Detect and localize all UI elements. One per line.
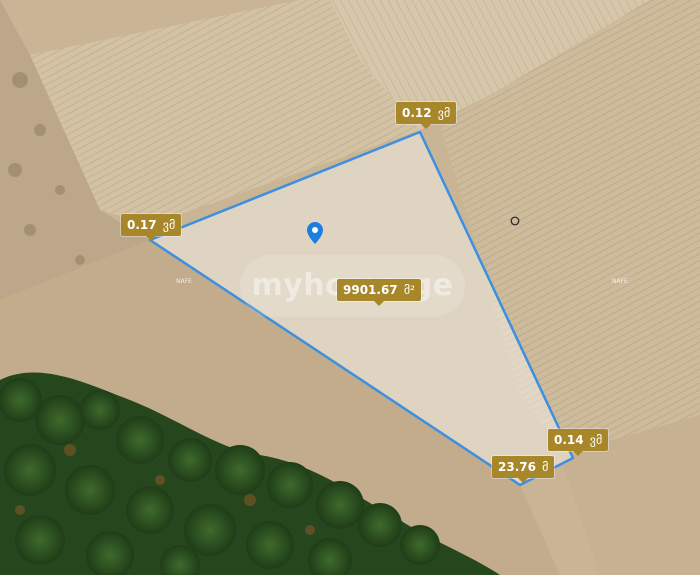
map-tiny-label: NAFE [612, 278, 628, 285]
vertex-unit: ვმ [162, 218, 176, 232]
circle-marker-icon[interactable] [510, 216, 520, 226]
side-length-label: 23.76 მ [492, 456, 555, 483]
side-value: 23.76 [498, 460, 536, 474]
area-value: 9901.67 [343, 283, 398, 297]
vertex-value: 0.14 [554, 433, 584, 447]
area-label: 9901.67 მ² [337, 279, 421, 306]
vertex-unit: ვმ [589, 433, 603, 447]
map-pin-icon[interactable] [307, 222, 323, 244]
satellite-map[interactable]: myhome.ge NAFE NAFE 0.12 ვმ 0.17 ვმ 9901… [0, 0, 700, 575]
area-unit: მ² [403, 283, 415, 297]
vertex-unit: ვმ [437, 106, 451, 120]
vertex-label-top: 0.12 ვმ [396, 102, 457, 129]
vertex-value: 0.17 [127, 218, 157, 232]
vertex-value: 0.12 [402, 106, 432, 120]
vertex-label-right: 0.14 ვმ [548, 429, 609, 456]
map-tiny-label: NAFE [176, 278, 192, 285]
vertex-label-left: 0.17 ვმ [121, 214, 182, 241]
side-unit: მ [542, 460, 549, 474]
